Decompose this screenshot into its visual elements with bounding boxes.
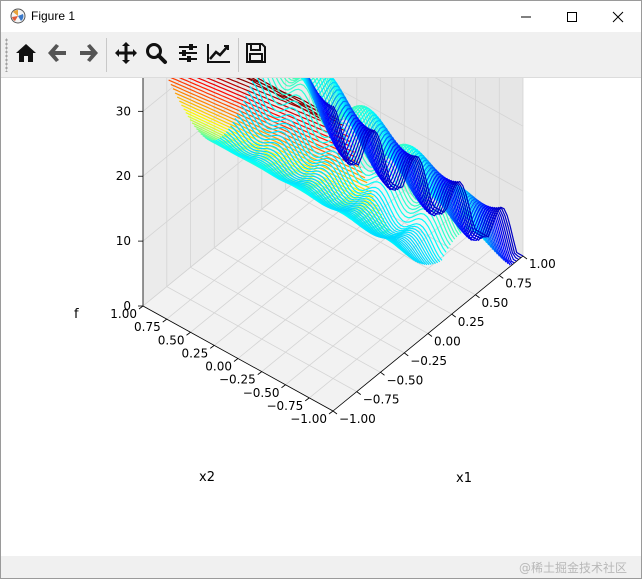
maximize-icon [567,11,577,22]
configure-subplots-button[interactable] [173,38,203,68]
x2-tick-mark [138,305,144,310]
x1-tick-mark [404,352,409,357]
z-axis-label: f [74,307,79,322]
toolbar-separator [106,38,107,72]
back-button[interactable] [43,38,73,68]
x1-tick-label: 1.00 [529,257,556,271]
watermark-text: @稀土掘金技术社区 [518,561,627,575]
pan-button[interactable] [111,38,141,68]
toolbar-separator [238,38,239,72]
magnifier-icon [146,43,167,64]
floppy-disk-icon [246,43,266,63]
edit-axes-button[interactable] [204,38,234,68]
close-icon [612,11,624,22]
minimize-icon [521,16,531,17]
navigation-toolbar [1,32,641,78]
x1-tick-mark [522,255,528,260]
x1-tick-label: 0.75 [505,276,532,290]
arrow-left-icon [48,44,66,62]
line-chart-icon [207,44,230,63]
x1-tick-label: −0.75 [363,393,400,407]
x2-tick-mark [305,397,310,402]
status-bar: @稀土掘金技术社区 [1,556,641,578]
x2-tick-mark [162,318,167,323]
x2-tick-mark [233,358,239,362]
x1-tick-label: −1.00 [339,412,376,426]
toolbar-grip[interactable] [5,38,8,72]
x1-tick-label: 0.00 [434,335,461,349]
maximize-button[interactable] [549,1,595,32]
z-tick-label: 10 [116,234,131,248]
z-tick-label: 0 [123,299,131,313]
home-icon [16,44,36,62]
x2-tick-label: −1.00 [290,412,327,426]
x2-tick-label: −0.50 [243,386,280,400]
x1-tick-label: 0.50 [482,296,509,310]
zoom-button[interactable] [141,38,171,68]
save-button[interactable] [241,38,271,68]
x2-tick-label: 0.75 [134,320,161,334]
x2-tick-label: 0.25 [182,346,209,360]
forward-button[interactable] [73,38,103,68]
x1-tick-mark [475,294,480,299]
close-button[interactable] [595,1,641,32]
matplotlib-app-icon [10,8,26,24]
window-title: Figure 1 [31,9,76,23]
x1-tick-label: 0.25 [458,315,485,329]
x1-tick-label: −0.25 [410,354,447,368]
home-button[interactable] [11,38,41,68]
x2-tick-mark [281,384,286,389]
title-bar: Figure 1 [1,1,641,32]
x1-tick-label: −0.50 [387,373,424,387]
x2-tick-label: 0.00 [205,360,232,374]
x1-tick-mark [451,313,456,318]
figure-window: Figure 1 −1.00 −0.75 −0.50 −0.25 0.00 0.… [0,0,642,579]
sliders-icon [179,44,197,62]
z-tick-label: 20 [116,169,131,183]
x1-tick-mark [427,333,433,337]
minimize-button[interactable] [503,1,549,32]
x2-tick-mark [328,410,334,415]
x2-tick-mark [257,371,262,375]
move-icon [115,42,137,64]
figure-canvas[interactable]: −1.00 −0.75 −0.50 −0.25 0.00 0.25 0.50 0.75 1.00… [1,0,641,556]
x1-tick-mark [499,275,504,279]
x1-axis-label: x1 [456,471,472,486]
x2-tick-label: −0.75 [266,399,303,413]
x2-tick-label: 0.50 [158,333,185,347]
x1-tick-mark [356,391,361,395]
x2-tick-mark [210,345,215,349]
x1-tick-mark [332,410,338,415]
x1-tick-mark [380,371,385,376]
z-tick-label: 30 [116,104,131,118]
x2-tick-mark [186,331,191,336]
surface-plot-3d[interactable]: −1.00−0.75−0.50−0.250.000.250.500.751.00… [1,0,641,556]
x2-tick-label: −0.25 [219,373,256,387]
x2-axis-label: x2 [199,470,215,485]
arrow-right-icon [80,44,98,62]
